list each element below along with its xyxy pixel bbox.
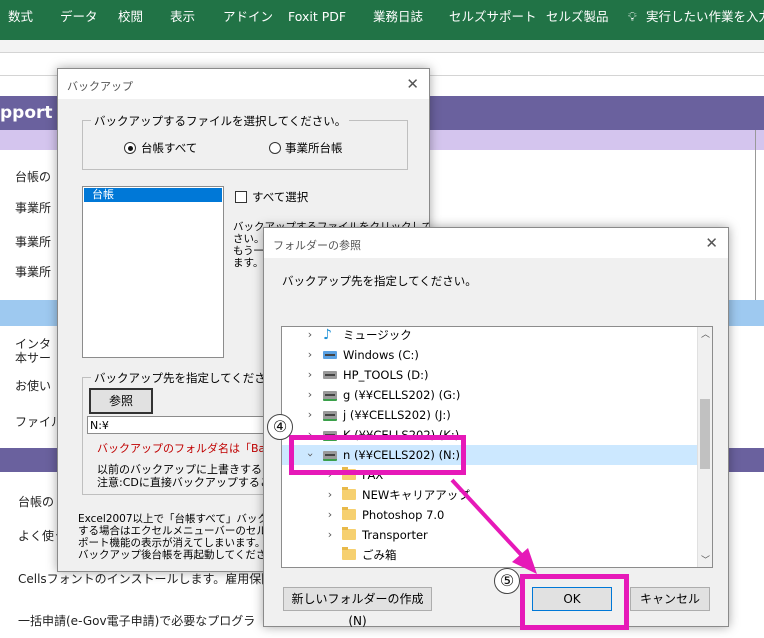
step-4-marker: ④ xyxy=(267,414,293,440)
excel-ribbon: 数式 データ 校閲 表示 アドイン Foxit PDF 業務日誌 セルズサポート… xyxy=(0,0,764,40)
tree-item-label: Transporter xyxy=(362,528,428,542)
backup-dialog-title: バックアップ xyxy=(67,80,133,93)
radio-all[interactable] xyxy=(124,142,136,154)
chevron-right-icon[interactable]: › xyxy=(324,485,336,505)
chevron-right-icon[interactable]: › xyxy=(324,525,336,545)
tree-item-music[interactable]: › ♪ ミュージック xyxy=(282,327,697,345)
tree-item-drive-c[interactable]: › Windows (C:) xyxy=(282,345,697,365)
tree-item-label: ミュージック xyxy=(343,328,412,342)
file-select-group-label: バックアップするファイルを選択してください。 xyxy=(91,113,350,129)
tree-item-drive-g[interactable]: › g (¥¥CELLS202) (G:) xyxy=(282,385,697,405)
cancel-button[interactable]: キャンセル xyxy=(630,587,710,611)
radio-office-label: 事業所台帳 xyxy=(285,141,343,155)
chevron-right-icon[interactable]: › xyxy=(304,365,316,385)
close-icon[interactable]: ✕ xyxy=(705,234,718,252)
tell-me-box[interactable]: 実行したい作業を入力し xyxy=(646,0,764,36)
scroll-down-icon[interactable]: ﹀ xyxy=(701,553,710,566)
select-all-label: すべて選択 xyxy=(252,190,309,204)
new-folder-button[interactable]: 新しいフォルダーの作成(N) xyxy=(283,587,432,628)
tree-scrollbar[interactable]: ︿ ﹀ xyxy=(697,327,712,567)
chevron-right-icon[interactable]: › xyxy=(324,505,336,525)
chevron-right-icon[interactable]: › xyxy=(304,385,316,405)
tree-item-label: g (¥¥CELLS202) (G:) xyxy=(343,388,461,402)
sheet-line: 事業所 xyxy=(15,235,52,249)
network-drive-icon xyxy=(323,411,337,421)
select-all-checkbox[interactable] xyxy=(235,191,247,203)
folder-dialog-title: フォルダーの参照 xyxy=(273,239,361,252)
destination-group-label: バックアップ先を指定してください。 xyxy=(91,370,292,386)
tree-item-label: ごみ箱 xyxy=(362,548,397,562)
sheet-header-title: pport xyxy=(0,103,53,123)
sheet-line: 本サー xyxy=(15,351,52,365)
folder-icon xyxy=(342,507,356,520)
tree-item-label: j (¥¥CELLS202) (J:) xyxy=(343,408,451,422)
instruction-line: ます。 xyxy=(233,257,264,269)
scroll-thumb[interactable] xyxy=(700,399,710,469)
sheet-line: お使い xyxy=(15,379,52,393)
ribbon-tab-cells-products[interactable]: セルズ製品 xyxy=(546,0,609,36)
sheet-line: 事業所 xyxy=(15,265,52,279)
file-listbox[interactable]: 台帳 xyxy=(82,186,224,358)
sheet-line: Cellsフォントのインストールします。雇用保険 xyxy=(18,572,274,586)
folder-icon xyxy=(342,547,356,560)
formula-toolbar xyxy=(0,40,764,53)
lightbulb-icon: 💡︎ xyxy=(628,9,637,24)
tree-item-label: HP_TOOLS (D:) xyxy=(343,368,429,382)
backup-dialog-titlebar: バックアップ ✕ xyxy=(58,69,429,99)
folder-icon xyxy=(342,487,356,500)
highlight-ok-button xyxy=(520,574,629,630)
windows-drive-icon xyxy=(323,351,337,359)
list-item[interactable]: 台帳 xyxy=(84,188,222,202)
sheet-line: 事業所 xyxy=(15,201,52,215)
ribbon-tab-review[interactable]: 校閲 xyxy=(118,0,143,36)
scroll-up-icon[interactable]: ︿ xyxy=(701,327,710,340)
close-icon[interactable]: ✕ xyxy=(406,75,419,93)
tree-item-drive-d[interactable]: › HP_TOOLS (D:) xyxy=(282,365,697,385)
sheet-border xyxy=(755,130,756,300)
chevron-right-icon[interactable]: › xyxy=(304,327,316,345)
browse-button[interactable]: 参照 xyxy=(89,388,153,414)
tree-item-label: Photoshop 7.0 xyxy=(362,508,445,522)
music-note-icon: ♪ xyxy=(323,327,332,343)
folder-prompt: バックアップ先を指定してください。 xyxy=(282,274,477,288)
ribbon-tab-foxit[interactable]: Foxit PDF xyxy=(288,0,346,36)
tree-item-label: Windows (C:) xyxy=(343,348,419,362)
tree-item-drive-j[interactable]: › j (¥¥CELLS202) (J:) xyxy=(282,405,697,425)
footnote-line: バックアップ後台帳を再起動してください。 xyxy=(78,549,288,561)
chevron-right-icon[interactable]: › xyxy=(304,405,316,425)
network-drive-icon xyxy=(323,391,337,401)
pointer-arrow xyxy=(450,478,537,574)
sheet-line: 台帳の xyxy=(15,170,52,184)
radio-all-label: 台帳すべて xyxy=(141,141,198,155)
sheet-line: ファイル xyxy=(15,415,64,429)
chevron-right-icon[interactable]: › xyxy=(304,345,316,365)
drive-icon xyxy=(323,371,337,379)
folder-icon xyxy=(342,527,356,540)
sheet-line: 一括申請(e-Gov電子申請)で必要なプログラ xyxy=(18,614,256,628)
ribbon-tab-formulas[interactable]: 数式 xyxy=(8,0,33,36)
radio-office[interactable] xyxy=(269,142,281,154)
ribbon-tab-work-log[interactable]: 業務日誌 xyxy=(373,0,423,36)
highlight-n-drive xyxy=(289,435,466,475)
ribbon-tab-data[interactable]: データ xyxy=(60,0,98,36)
ribbon-tab-addin[interactable]: アドイン xyxy=(223,0,273,36)
ribbon-tab-cells-support[interactable]: セルズサポート xyxy=(449,0,537,36)
sheet-line: 台帳の xyxy=(18,495,55,509)
ribbon-tab-view[interactable]: 表示 xyxy=(170,0,195,36)
folder-dialog-titlebar: フォルダーの参照 ✕ xyxy=(264,228,728,258)
